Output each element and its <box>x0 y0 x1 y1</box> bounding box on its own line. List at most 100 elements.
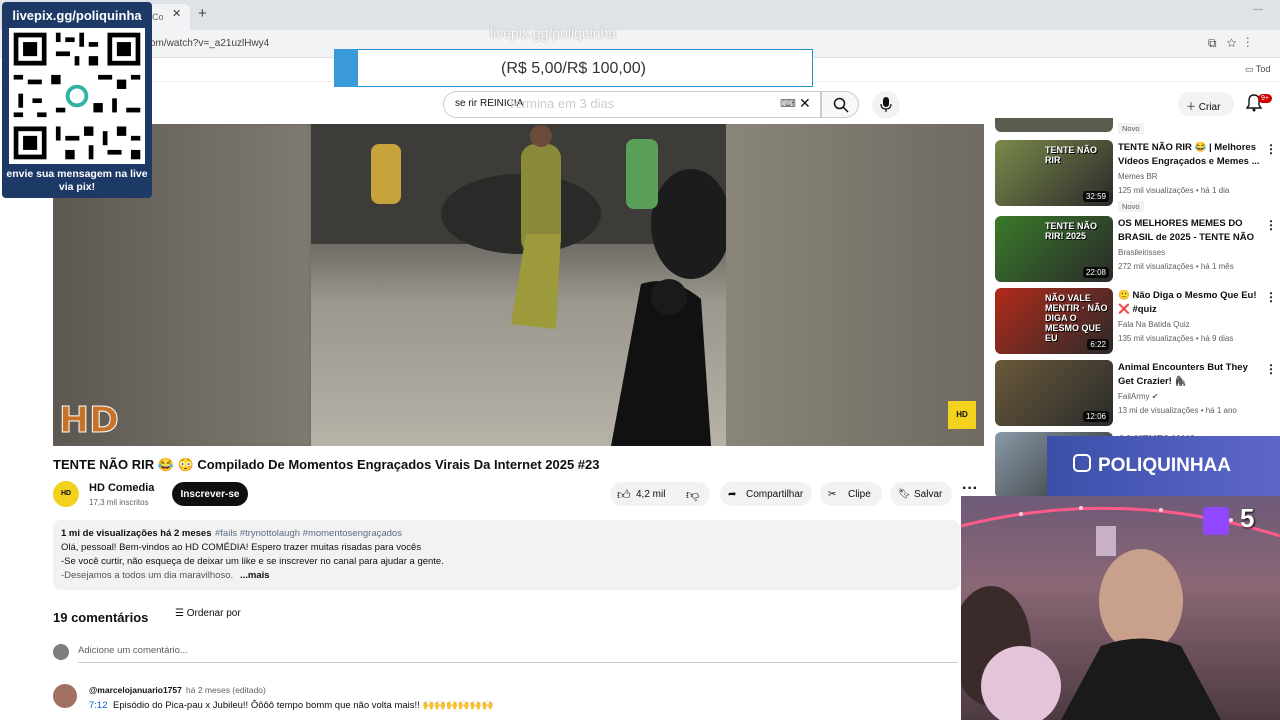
qr-caption: envie sua mensagem na live via pix! <box>6 168 148 193</box>
microphone-icon <box>880 97 892 112</box>
video-duration: 12:06 <box>1082 411 1109 422</box>
instagram-icon <box>1073 454 1091 472</box>
recommendation-card[interactable]: 12:06 Animal Encounters But They Get Craz… <box>995 360 1280 428</box>
recommendation-title[interactable]: Animal Encounters But They Get Crazier! … <box>1118 361 1263 389</box>
recommendation-thumbnail[interactable]: TENTE NÃO RIR! 2025 22:08 <box>995 216 1113 282</box>
create-label: Criar <box>1198 102 1221 113</box>
save-button[interactable]: 🔖︎ Salvar <box>890 482 952 506</box>
video-scene <box>311 124 726 446</box>
more-options-icon[interactable]: ⋮ <box>1265 142 1277 156</box>
webcam-feed <box>961 496 1280 720</box>
description-meta: 1 mi de visualizações há 2 meses <box>61 528 212 539</box>
thumbs-up-icon[interactable]: 👍︎ <box>617 487 631 503</box>
new-badge: Novo <box>1118 201 1144 212</box>
sort-comments-button[interactable]: ☰ Ordenar por <box>175 608 241 619</box>
recommendation-card[interactable]: NÃO VALE MENTIR · NÃO DIGA O MESMO QUE E… <box>995 288 1280 356</box>
bookmark-folder-label: Tod <box>1255 64 1271 74</box>
recommendation-thumbnail[interactable]: TENTE NÃO RIR 32:59 <box>995 140 1113 206</box>
sort-icon: ☰ <box>175 608 187 619</box>
recommendation-title[interactable]: OS MELHORES MEMES DO BRASIL de 2025 - TE… <box>1118 217 1263 245</box>
clear-search-icon[interactable]: ✕ <box>799 95 811 112</box>
more-options-icon[interactable]: ⋮ <box>1265 290 1277 304</box>
instagram-handle: POLIQUINHAA <box>1098 455 1231 476</box>
comment-input[interactable]: Adicione um comentário... <box>78 645 958 663</box>
bookmark-folder[interactable]: ▭ Tod <box>1245 64 1270 75</box>
recommendation-card[interactable]: TENTE NÃO RIR! 2025 22:08 OS MELHORES MEME… <box>995 216 1280 284</box>
bookmark-star-icon[interactable]: ☆ <box>1227 36 1247 50</box>
sort-label: Ordenar por <box>186 608 241 619</box>
thumbnail-text: TENTE NÃO RIR <box>1045 145 1098 165</box>
donation-goal-text: (R$ 5,00/R$ 100,00) <box>501 60 646 77</box>
video-duration: 6:22 <box>1087 339 1109 350</box>
more-options-icon[interactable]: ⋮ <box>1265 362 1277 376</box>
more-options-icon[interactable]: ⋮ <box>1265 218 1277 232</box>
comment-timestamp-link[interactable]: 7:12 <box>89 700 108 711</box>
keyboard-icon[interactable]: ⌨ <box>780 97 796 110</box>
menu-icon[interactable]: ⋮ <box>1246 36 1259 50</box>
channel-avatar[interactable]: HD <box>53 481 79 507</box>
address-actions: ⧉☆⋮ <box>1208 36 1259 51</box>
search-button[interactable] <box>821 91 859 118</box>
clip-label: Clipe <box>848 489 871 500</box>
channel-name[interactable]: HD Comedia <box>89 482 154 494</box>
minimize-icon[interactable]: — <box>1253 4 1263 15</box>
viewer-count: 5 <box>1240 503 1255 533</box>
browser-tab-bar <box>0 0 1280 30</box>
recommendation-channel[interactable]: Fala Na Batida Quiz <box>1118 320 1190 329</box>
plus-icon: ＋ <box>1186 102 1199 113</box>
description-tags[interactable]: #fails #trynottolaugh #momentosengraçado… <box>215 528 402 539</box>
tab-close-icon[interactable]: ✕ <box>172 7 181 20</box>
share-icon: ➦ <box>728 489 737 500</box>
recommendation-thumbnail[interactable]: 12:06 <box>995 360 1113 426</box>
bookmark-icon: 🔖︎ <box>898 489 911 500</box>
new-tab-icon[interactable]: + <box>198 5 207 22</box>
thumbnail-text: TENTE NÃO RIR! 2025 <box>1045 221 1098 241</box>
new-badge: Novo <box>1118 123 1144 134</box>
comment-author[interactable]: @marcelojanuario1757 <box>89 685 182 695</box>
recommendation-channel[interactable]: Brasileirisses <box>1118 248 1165 257</box>
channel-branding-badge[interactable]: HD <box>948 401 976 429</box>
voice-search-button[interactable] <box>872 91 900 119</box>
like-count[interactable]: 4,2 mil <box>636 489 665 500</box>
channel-watermark: HD <box>58 400 120 442</box>
comment-text: Episódio do Pica-pau x Jubileu!! Ôôôô te… <box>113 700 494 711</box>
video-player[interactable]: HD HD <box>53 124 984 446</box>
description-line: Olá, pessoal! Bem-vindos ao HD COMÉDIA! … <box>61 542 422 553</box>
notification-badge: 9+ <box>1258 94 1272 103</box>
recommendation-views: 13 mi de visualizações • há 1 ano <box>1118 406 1237 415</box>
recommendation-title[interactable]: 🙂 Não Diga o Mesmo Que Eu! ❌ #quiz <box>1118 289 1263 317</box>
recommendation-title[interactable]: TENTE NÃO RIR 😂 | Melhores Vídeos Engraç… <box>1118 141 1263 169</box>
share-label: Compartilhar <box>746 489 804 500</box>
recommendation-channel[interactable]: Memes BR <box>1118 172 1158 181</box>
description-line: -Desejamos a todos um dia maravilhoso. <box>61 570 234 581</box>
video-duration: 22:08 <box>1082 267 1109 278</box>
comments-count: 19 comentários <box>53 610 149 625</box>
commenter-avatar[interactable] <box>53 684 77 708</box>
comment-time[interactable]: há 2 meses (editado) <box>186 685 266 695</box>
description-more-link[interactable]: ...mais <box>240 570 270 581</box>
qr-code-graphic <box>13 32 141 160</box>
video-frame <box>311 124 726 446</box>
recommendation-thumbnail[interactable] <box>995 118 1113 132</box>
share-button[interactable]: ➦ Compartilhar <box>720 482 812 506</box>
pix-url-overlay: livepix.gg/poliquinha <box>490 25 617 41</box>
thumbnail-text: NÃO VALE MENTIR · NÃO DIGA O MESMO QUE E… <box>1045 293 1108 343</box>
video-duration: 32:59 <box>1082 191 1109 202</box>
twitch-icon <box>1203 507 1229 535</box>
create-button[interactable]: ＋ Criar <box>1178 92 1234 116</box>
recommendation-card[interactable]: TENTE NÃO RIR 32:59 TENTE NÃO RIR 😂 | Melh… <box>995 140 1280 212</box>
url-field[interactable]: om/watch?v=_a21uzlHwy4 <box>150 38 269 49</box>
recommendation-channel[interactable]: FailArmy ✔ <box>1118 392 1158 401</box>
install-icon[interactable]: ⧉ <box>1208 36 1227 50</box>
qr-code <box>9 28 145 164</box>
donation-goal-deadline: Termina em 3 dias <box>508 96 615 111</box>
thumbs-down-icon[interactable]: 👎︎ <box>686 487 699 503</box>
subscribe-button[interactable]: Inscrever-se <box>172 482 248 506</box>
description-line: -Se você curtir, não esqueça de deixar u… <box>61 556 444 567</box>
clip-button[interactable]: ✂ Clipe <box>820 482 882 506</box>
search-icon <box>833 97 849 113</box>
qr-title: livepix.gg/poliquinha <box>12 8 142 23</box>
video-blur-right <box>726 124 984 446</box>
recommendation-views: 125 mil visualizações • há 1 dia <box>1118 186 1230 195</box>
recommendation-thumbnail[interactable]: NÃO VALE MENTIR · NÃO DIGA O MESMO QUE E… <box>995 288 1113 354</box>
